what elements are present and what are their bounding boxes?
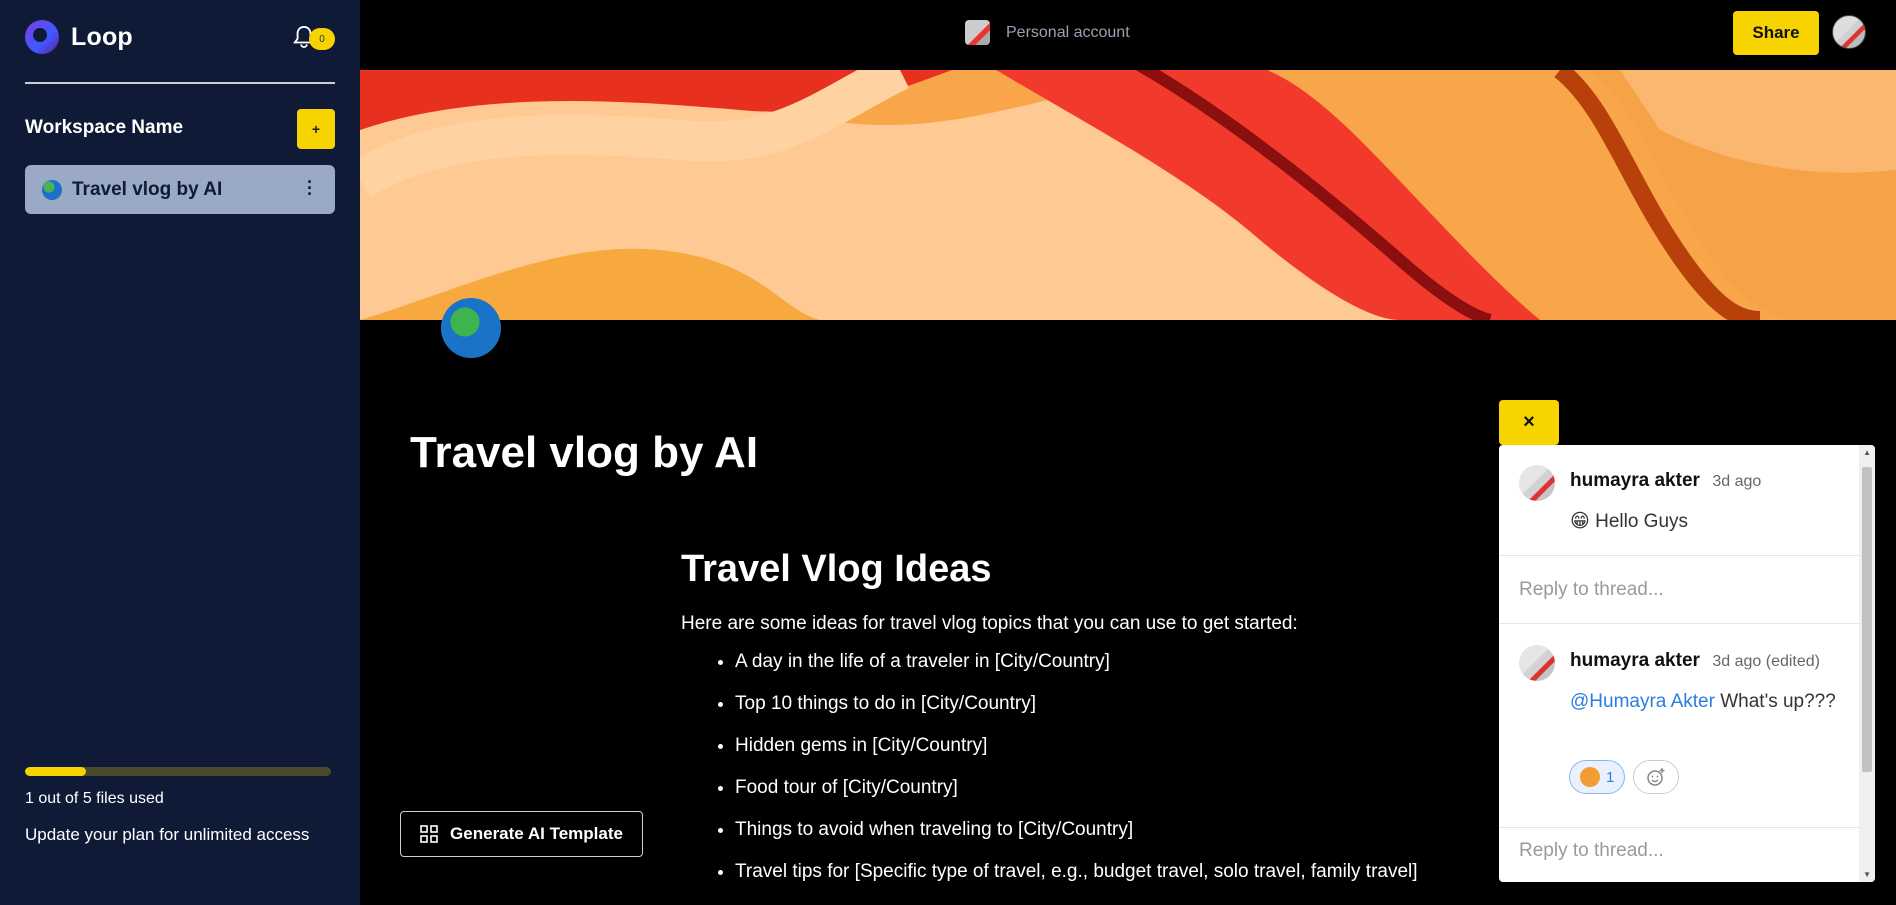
grid-icon — [420, 825, 438, 843]
add-reaction-icon — [1647, 768, 1665, 786]
comment-emoji: 😁 — [1570, 511, 1590, 532]
upgrade-link[interactable]: Update your plan for unlimited access — [25, 825, 309, 845]
divider — [1499, 623, 1859, 624]
comment-body: @Humayra Akter What's up??? — [1570, 687, 1840, 717]
globe-icon — [42, 179, 62, 200]
kebab-menu-icon[interactable]: · · · — [307, 173, 313, 203]
add-page-button[interactable]: + — [297, 109, 335, 149]
avatar[interactable] — [1519, 465, 1555, 501]
ideas-list: A day in the life of a traveler in [City… — [681, 651, 1501, 883]
sidebar-item-travel-vlog[interactable]: Travel vlog by AI · · · — [25, 165, 335, 214]
add-reaction-button[interactable] — [1633, 760, 1680, 794]
close-comments-button[interactable]: × — [1499, 400, 1559, 445]
generate-ai-template-button[interactable]: Generate AI Template — [400, 811, 643, 857]
list-item: Hidden gems in [City/Country] — [735, 735, 1501, 757]
list-item: Travel tips for [Specific type of travel… — [735, 861, 1501, 883]
close-icon: × — [1523, 411, 1535, 433]
scroll-down-icon[interactable]: ▼ — [1863, 870, 1871, 879]
comment-author: humayra akter — [1570, 470, 1700, 491]
generate-ai-template-label: Generate AI Template — [450, 824, 623, 843]
share-button[interactable]: Share — [1733, 11, 1819, 55]
notification-badge: 0 — [309, 28, 335, 50]
content-intro: Here are some ideas for travel vlog topi… — [681, 613, 1298, 634]
cover-image — [360, 70, 1896, 320]
loop-logo-icon — [25, 20, 59, 54]
divider — [1499, 827, 1859, 828]
storage-progress-bar — [25, 767, 331, 776]
comment-header: humayra akter 3d ago (edited) — [1570, 650, 1820, 672]
avatar[interactable] — [1519, 645, 1555, 681]
brand-name: Loop — [71, 22, 133, 51]
comment-body: 😁 Hello Guys — [1570, 507, 1840, 537]
sidebar-item-label: Travel vlog by AI — [72, 178, 223, 200]
storage-progress-fill — [25, 767, 87, 776]
comment-time: 3d ago — [1712, 473, 1762, 490]
account-label: Personal account — [1006, 23, 1130, 41]
scrollbar-thumb[interactable] — [1862, 467, 1872, 772]
brand[interactable]: Loop — [25, 20, 133, 54]
list-item: A day in the life of a traveler in [City… — [735, 651, 1501, 673]
list-item: Things to avoid when traveling to [City/… — [735, 819, 1501, 841]
scroll-up-icon[interactable]: ▲ — [1863, 448, 1871, 457]
workspace-name: Workspace Name — [25, 117, 184, 138]
comment-text: Hello Guys — [1595, 511, 1689, 532]
page-globe-icon[interactable] — [441, 298, 501, 358]
comment-text: What's up??? — [1720, 691, 1836, 712]
divider — [1499, 555, 1859, 556]
comment-author: humayra akter — [1570, 650, 1700, 671]
account-switcher[interactable]: Personal account — [965, 20, 1130, 45]
reaction-count: 1 — [1606, 768, 1615, 786]
user-mention[interactable]: @Humayra Akter — [1570, 691, 1715, 712]
files-used-text: 1 out of 5 files used — [25, 790, 164, 807]
sidebar: Loop 0 Workspace Name + Travel vlog by A… — [0, 0, 360, 905]
content-heading: Travel Vlog Ideas — [681, 548, 992, 590]
reply-input[interactable]: Reply to thread... — [1519, 579, 1664, 601]
list-item: Top 10 things to do in [City/Country] — [735, 693, 1501, 715]
scrollbar[interactable]: ▲ ▼ — [1859, 445, 1875, 882]
comment-time: 3d ago (edited) — [1712, 653, 1820, 670]
list-item: Food tour of [City/Country] — [735, 777, 1501, 799]
emoji-reaction-icon — [1580, 767, 1600, 787]
document-content[interactable]: Travel Vlog Ideas Here are some ideas fo… — [681, 548, 1501, 903]
page-title[interactable]: Travel vlog by AI — [410, 428, 758, 478]
comments-panel: ▲ ▼ humayra akter 3d ago 😁 Hello Guys Re… — [1499, 445, 1875, 882]
reaction-bar: 1 — [1569, 760, 1680, 794]
reaction-chip[interactable]: 1 — [1569, 760, 1626, 794]
account-avatar — [965, 20, 990, 45]
user-avatar[interactable] — [1832, 15, 1866, 49]
comment-header: humayra akter 3d ago — [1570, 470, 1761, 492]
reply-input[interactable]: Reply to thread... — [1519, 840, 1664, 862]
sidebar-divider — [25, 82, 335, 84]
